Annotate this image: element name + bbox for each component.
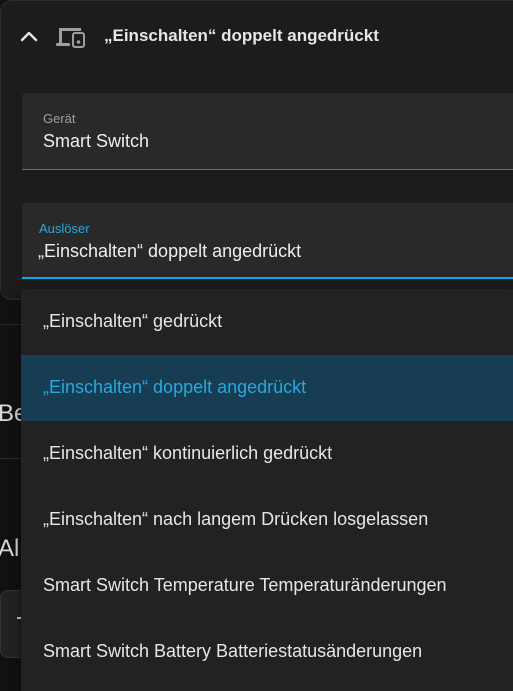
background-divider bbox=[0, 324, 22, 325]
trigger-card-title: „Einschalten“ doppelt angedrückt bbox=[104, 26, 379, 45]
dropdown-option[interactable]: „Einschalten“ nach langem Drücken losgel… bbox=[21, 487, 513, 553]
background-divider bbox=[0, 458, 22, 459]
dropdown-option-selected[interactable]: „Einschalten“ doppelt angedrückt bbox=[21, 355, 513, 421]
dropdown-option[interactable]: „Einschalten“ gedrückt bbox=[21, 289, 513, 355]
device-select-value: Smart Switch bbox=[43, 131, 150, 151]
trigger-card-header[interactable]: „Einschalten“ doppelt angedrückt bbox=[1, 1, 513, 71]
dropdown-option-label: „Einschalten“ doppelt angedrückt bbox=[43, 377, 307, 397]
device-select-label: Gerät bbox=[43, 111, 76, 126]
dropdown-option[interactable]: Smart Switch Battery Batteriestatusänder… bbox=[21, 619, 513, 685]
dropdown-option-label: „Einschalten“ nach langem Drücken losgel… bbox=[43, 509, 429, 529]
dropdown-option[interactable]: „Einschalten“ kontinuierlich gedrückt bbox=[21, 421, 513, 487]
dropdown-option-label: Smart Switch Battery Batteriestatusänder… bbox=[43, 641, 423, 661]
dropdown-option-label: Smart Switch Temperature Temperaturänder… bbox=[43, 575, 447, 595]
trigger-select-label: Auslöser bbox=[39, 221, 90, 236]
device-select[interactable]: Gerät Smart Switch bbox=[22, 93, 513, 170]
trigger-card: „Einschalten“ doppelt angedrückt Gerät S… bbox=[0, 0, 513, 300]
dropdown-option-label: „Einschalten“ gedrückt bbox=[43, 311, 223, 331]
trigger-select[interactable]: Auslöser „Einschalten“ doppelt angedrück… bbox=[22, 203, 513, 279]
devices-icon bbox=[56, 28, 85, 48]
dropdown-option[interactable]: Smart Switch Temperature Temperaturänder… bbox=[21, 553, 513, 619]
trigger-select-value: „Einschalten“ doppelt angedrückt bbox=[38, 241, 302, 261]
chevron-up-icon[interactable] bbox=[17, 25, 41, 49]
trigger-dropdown-menu: „Einschalten“ gedrückt „Einschalten“ dop… bbox=[21, 289, 513, 691]
background-section-heading: Al bbox=[0, 535, 20, 562]
dropdown-option-label: „Einschalten“ kontinuierlich gedrückt bbox=[43, 443, 333, 463]
